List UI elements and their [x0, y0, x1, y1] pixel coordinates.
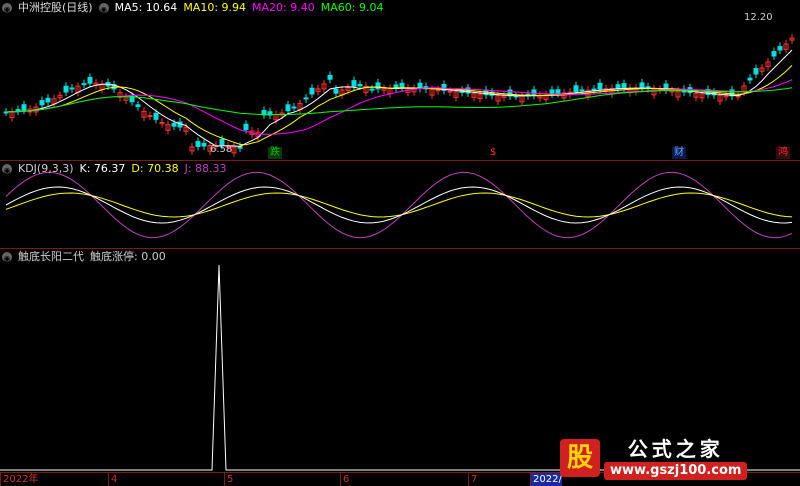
time-tick: 4: [108, 473, 117, 486]
candle-body: [291, 106, 297, 109]
candle-body: [777, 46, 783, 51]
candle-body: [147, 115, 153, 118]
pane-toggle-icon[interactable]: ◉: [2, 3, 12, 14]
price-pane-header: ◉ 中洲控股(日线) ◉ MA5: 10.64 MA10: 9.94 MA20:…: [2, 1, 383, 15]
candle-body: [615, 84, 621, 89]
kdj-j-label: J: 88.33: [184, 162, 227, 175]
ma20-label: MA20: 9.40: [252, 1, 315, 14]
ma60-label: MA60: 9.04: [320, 1, 384, 14]
time-tick-current[interactable]: 2022/: [530, 473, 562, 486]
candle-body: [333, 88, 339, 94]
stock-title: 中洲控股(日线): [18, 1, 93, 14]
watermark-url: www.gszj100.com: [604, 462, 748, 480]
candle-body: [435, 89, 441, 92]
candle-body: [573, 85, 579, 92]
indicator-settings-icon[interactable]: ◉: [2, 252, 12, 263]
candle-body: [87, 76, 93, 84]
candle-body: [447, 90, 453, 93]
candle-body: [597, 82, 603, 90]
candle-body: [63, 85, 69, 93]
ma5-label: MA5: 10.64: [114, 1, 178, 14]
candle-body: [327, 74, 333, 80]
candle-body: [579, 89, 585, 92]
candle-body: [555, 89, 561, 94]
candle-body: [39, 100, 45, 106]
candle-body: [357, 83, 363, 87]
event-marker-cai[interactable]: 财: [672, 147, 686, 159]
candle-body: [195, 140, 201, 147]
kdj-pane-header: ◉ KDJ(9,3,3) K: 76.37 D: 70.38 J: 88.33: [2, 162, 227, 176]
candle-body: [639, 82, 645, 89]
candle-body: [369, 88, 375, 91]
candle-body: [171, 122, 177, 127]
kdj-settings-icon[interactable]: ◉: [2, 164, 12, 175]
candle-body: [735, 95, 741, 98]
watermark-title: 公式之家: [627, 437, 724, 461]
kdj-title: KDJ(9,3,3): [18, 162, 74, 175]
candle-body: [135, 104, 141, 108]
low-price-label: 6.58: [210, 144, 233, 155]
ma10-label: MA10: 9.94: [183, 1, 247, 14]
time-tick: 7: [468, 473, 477, 486]
indicator-title: 触底长阳二代: [18, 250, 84, 263]
candle-body: [747, 77, 753, 81]
ma10-line: [5, 65, 793, 146]
candle-body: [243, 123, 249, 131]
candle-body: [591, 88, 597, 91]
candle-body: [285, 104, 291, 112]
candle-body: [21, 104, 27, 111]
kdj-pane[interactable]: ◉ KDJ(9,3,3) K: 76.37 D: 70.38 J: 88.33: [0, 160, 800, 248]
ma-settings-icon[interactable]: ◉: [98, 3, 109, 14]
candle-body: [351, 80, 357, 87]
price-pane[interactable]: ◉ 中洲控股(日线) ◉ MA5: 10.64 MA10: 9.94 MA20:…: [0, 0, 800, 160]
candle-body: [549, 89, 555, 95]
kdj-d-line: [5, 192, 793, 218]
candle-body: [753, 68, 759, 75]
event-marker-hong[interactable]: 鸿: [776, 147, 790, 159]
event-marker-die[interactable]: 跌: [268, 147, 282, 159]
candle-body: [303, 97, 309, 100]
candle-body: [309, 87, 315, 95]
candle-body: [153, 112, 159, 120]
candle-body: [201, 142, 207, 147]
time-tick: 2022年: [0, 473, 38, 486]
kdj-d-label: D: 70.38: [131, 162, 179, 175]
candle-body: [69, 87, 75, 90]
kdj-j-line: [5, 171, 793, 239]
watermark-logo-icon: 股: [560, 439, 600, 477]
candle-body: [15, 109, 21, 112]
site-watermark: 股 公式之家 www.gszj100.com: [560, 432, 796, 484]
candle-body: [621, 83, 627, 89]
indicator-pane-header: ◉ 触底长阳二代 触底涨停: 0.00: [2, 250, 166, 264]
kdj-k-label: K: 76.37: [79, 162, 126, 175]
time-tick: 6: [340, 473, 349, 486]
candle-body: [81, 83, 87, 86]
event-marker-dollar[interactable]: $: [488, 147, 498, 159]
time-tick: 5: [224, 473, 233, 486]
candle-body: [375, 82, 381, 90]
high-price-label: 12.20: [744, 12, 773, 23]
price-chart[interactable]: [0, 0, 800, 160]
indicator-value-label: 触底涨停: 0.00: [90, 250, 166, 263]
candle-body: [45, 97, 51, 103]
candle-body: [771, 51, 777, 57]
